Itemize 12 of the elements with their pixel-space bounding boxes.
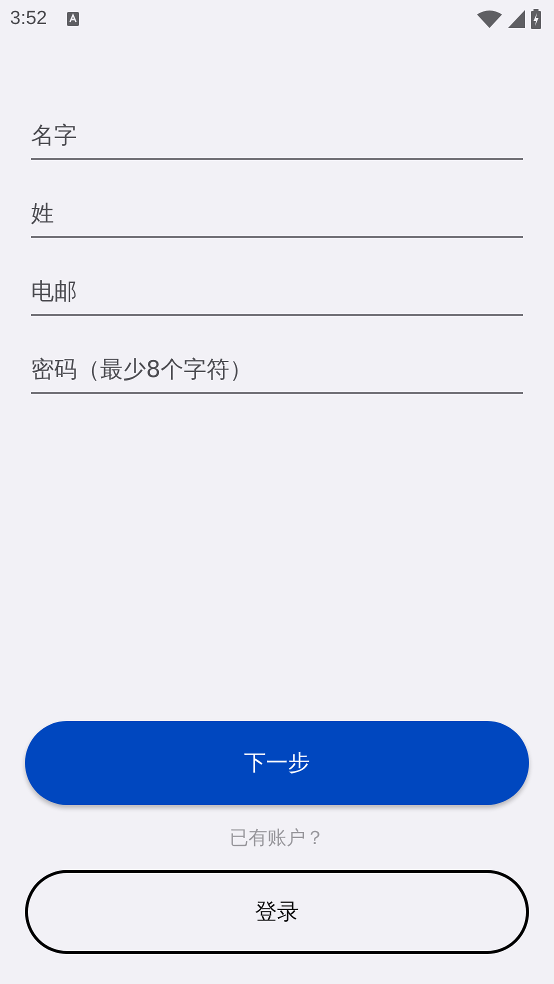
input-field[interactable]: 姓 <box>31 160 523 238</box>
next-button[interactable]: 下一步 <box>25 721 529 805</box>
cellular-signal-icon <box>508 10 525 28</box>
input-field[interactable]: 电邮 <box>31 238 523 316</box>
battery-charging-icon <box>531 9 541 29</box>
input-field[interactable]: 名字 <box>31 82 523 160</box>
wifi-icon <box>477 10 502 28</box>
clock-time: 3:52 <box>10 8 47 30</box>
input-field[interactable]: 密码（最少8个字符） <box>31 316 523 394</box>
login-button[interactable]: 登录 <box>25 870 529 954</box>
account-prompt-text: 已有账户？ <box>230 826 324 851</box>
keyboard-notification-icon <box>66 12 79 26</box>
